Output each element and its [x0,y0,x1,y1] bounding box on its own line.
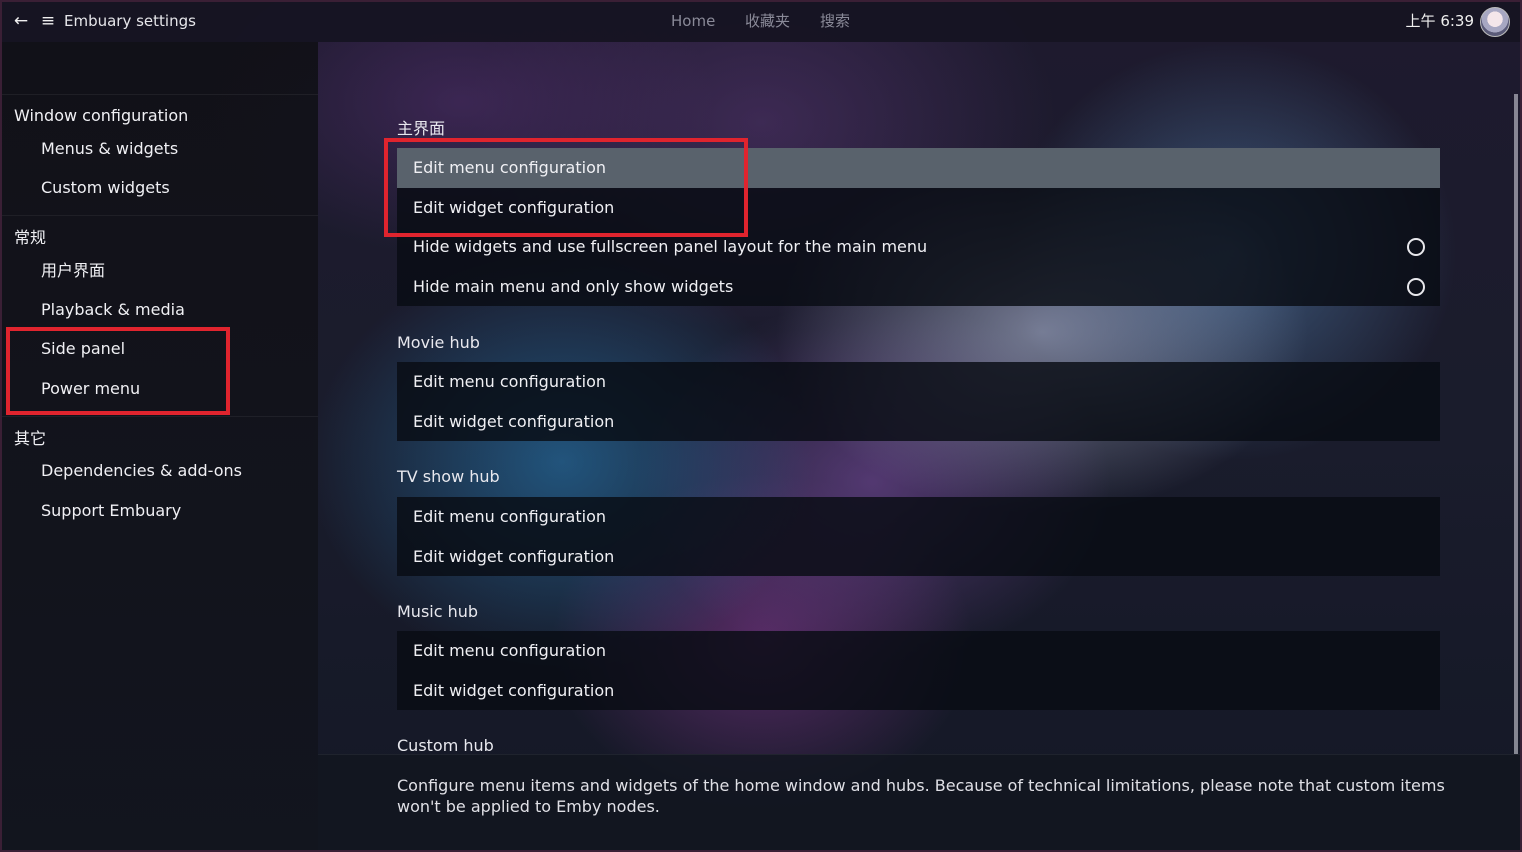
back-arrow-icon[interactable]: ← [11,11,31,31]
nav-favourites[interactable]: 收藏夹 [745,11,790,31]
nav-search[interactable]: 搜索 [820,11,850,31]
window-title: Embuary settings [64,12,196,30]
music-hub-panel: Edit menu configuration Edit widget conf… [397,631,1440,710]
settings-window: ← ≡ Embuary settings Home 收藏夹 搜索 上午 6:39… [0,0,1522,852]
row-label: Edit menu configuration [413,507,606,526]
sidebar-item-side-panel[interactable]: Side panel [41,338,125,360]
sidebar-divider [2,416,318,417]
row-label: Hide main menu and only show widgets [413,276,734,296]
sidebar-header-window-configuration: Window configuration [14,106,189,125]
row-label: Edit menu configuration [413,158,606,177]
sidebar-header-general: 常规 [14,228,47,247]
row-label: Edit widget configuration [413,197,615,217]
top-bar: ← ≡ Embuary settings Home 收藏夹 搜索 上午 6:39 [2,2,1520,42]
clock: 上午 6:39 [1405,12,1474,30]
group-label-music-hub: Music hub [397,602,479,621]
row-label: Hide widgets and use fullscreen panel la… [413,237,928,256]
row-label: Edit menu configuration [413,372,606,391]
music-edit-widget-config-button[interactable]: Edit widget configuration [397,671,1440,711]
sidebar-item-support-embuary[interactable]: Support Embuary [41,500,181,522]
sidebar-item-dependencies-addons[interactable]: Dependencies & add-ons [41,460,242,482]
sidebar-divider [2,94,318,95]
sidebar-item-menus-widgets[interactable]: Menus & widgets [41,138,178,160]
group-label-movie-hub: Movie hub [397,333,480,352]
music-edit-menu-config-button[interactable]: Edit menu configuration [397,631,1440,671]
movie-edit-widget-config-button[interactable]: Edit widget configuration [397,402,1440,442]
row-label: Edit widget configuration [413,411,615,431]
main-edit-menu-config-button[interactable]: Edit menu configuration [397,148,1440,188]
main-interface-panel: Edit menu configuration Edit widget conf… [397,148,1440,306]
movie-hub-panel: Edit menu configuration Edit widget conf… [397,362,1440,441]
sidebar-item-user-interface[interactable]: 用户界面 [41,260,105,282]
settings-content: 主界面 Edit menu configuration Edit widget … [318,42,1520,850]
hamburger-menu-icon[interactable]: ≡ [38,11,58,31]
settings-sidebar: Window configuration Menus & widgets Cus… [2,42,318,850]
radio-off-icon[interactable] [1407,238,1425,256]
sidebar-divider [2,215,318,216]
row-label: Edit widget configuration [413,546,615,566]
sidebar-item-power-menu[interactable]: Power menu [41,378,140,400]
scrollbar-thumb[interactable] [1514,94,1518,754]
description-divider [318,754,1520,755]
user-avatar[interactable] [1480,7,1510,37]
tv-edit-widget-config-button[interactable]: Edit widget configuration [397,537,1440,577]
sidebar-item-custom-widgets[interactable]: Custom widgets [41,177,170,199]
row-label: Edit menu configuration [413,641,606,660]
hide-main-menu-toggle[interactable]: Hide main menu and only show widgets [397,267,1440,307]
settings-description: Configure menu items and widgets of the … [397,776,1445,816]
tv-edit-menu-config-button[interactable]: Edit menu configuration [397,497,1440,537]
tv-show-hub-panel: Edit menu configuration Edit widget conf… [397,497,1440,576]
group-label-main-interface: 主界面 [397,119,446,138]
main-edit-widget-config-button[interactable]: Edit widget configuration [397,188,1440,228]
sidebar-item-playback-media[interactable]: Playback & media [41,299,185,321]
nav-home[interactable]: Home [671,11,715,31]
movie-edit-menu-config-button[interactable]: Edit menu configuration [397,362,1440,402]
group-label-tv-show-hub: TV show hub [397,467,500,486]
row-label: Edit widget configuration [413,680,615,700]
hide-widgets-fullscreen-toggle[interactable]: Hide widgets and use fullscreen panel la… [397,227,1440,267]
sidebar-header-other: 其它 [14,429,47,448]
radio-off-icon[interactable] [1407,277,1425,296]
